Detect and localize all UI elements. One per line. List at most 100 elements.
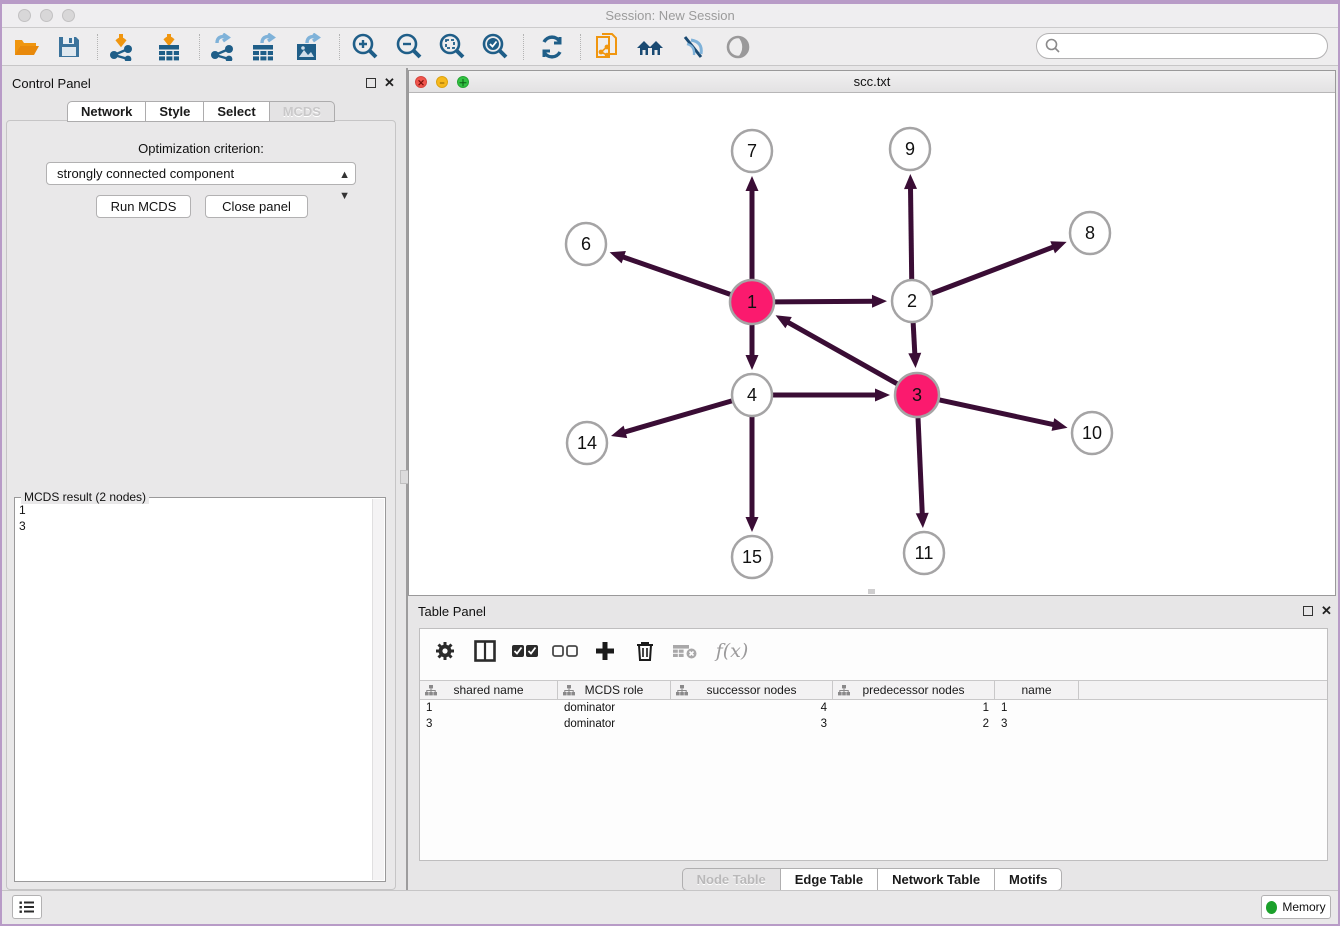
network-canvas[interactable]: 7 9 6 8 1 2 4 3 14 10 15 11 (409, 93, 1335, 595)
add-column-icon[interactable] (592, 638, 618, 664)
toggle-vizmapper-icon[interactable] (678, 32, 708, 62)
close-panel-button[interactable]: Close panel (205, 195, 308, 218)
graph-edge-1-7[interactable] (746, 176, 759, 279)
column-header-shared-name[interactable]: shared name (420, 681, 558, 699)
tab-mcds[interactable]: MCDS (269, 101, 335, 122)
table-panel: f(x) shared nameMCDS rolesuccessor nodes… (419, 628, 1328, 861)
table-close-icon[interactable]: ✕ (1321, 603, 1332, 619)
zoom-in-icon[interactable] (350, 32, 380, 62)
float-panel-icon[interactable] (366, 78, 376, 88)
clone-network-icon[interactable] (593, 32, 623, 62)
graph-node-9[interactable]: 9 (890, 128, 930, 170)
graph-node-4[interactable]: 4 (732, 374, 772, 416)
save-session-icon[interactable] (54, 32, 84, 62)
tab-network-table[interactable]: Network Table (877, 868, 994, 891)
tab-network[interactable]: Network (67, 101, 145, 122)
zoom-out-icon[interactable] (394, 32, 424, 62)
svg-text:4: 4 (747, 385, 757, 405)
titlebar: Session: New Session (2, 4, 1338, 28)
graph-node-6[interactable]: 6 (566, 223, 606, 265)
canvas-scroll-grip[interactable] (868, 589, 875, 594)
graph-node-7[interactable]: 7 (732, 130, 772, 172)
export-network-icon[interactable] (207, 32, 237, 62)
table-row[interactable]: 3dominator323 (420, 717, 1327, 733)
svg-text:2: 2 (907, 291, 917, 311)
application-window: Session: New Session (0, 0, 1340, 926)
graph-node-10[interactable]: 10 (1072, 412, 1112, 454)
svg-text:8: 8 (1085, 223, 1095, 243)
cell-name[interactable]: 1 (995, 701, 1079, 717)
graph-edge-3-1[interactable] (776, 315, 897, 383)
graph-edge-1-4[interactable] (746, 325, 759, 370)
graph-node-11[interactable]: 11 (904, 532, 944, 574)
graph-edge-3-10[interactable] (939, 400, 1067, 431)
zoom-fit-icon[interactable] (437, 32, 467, 62)
cell-MCDS-role[interactable]: dominator (558, 701, 671, 717)
delete-column-trash-icon[interactable] (632, 638, 658, 664)
apply-layout-icon[interactable] (537, 32, 567, 62)
graph-edge-2-3[interactable] (908, 322, 921, 368)
graph-node-8[interactable]: 8 (1070, 212, 1110, 254)
toggle-view-eye-icon[interactable] (723, 32, 753, 62)
column-header-MCDS-role[interactable]: MCDS role (558, 681, 671, 699)
cell-predecessor-nodes[interactable]: 1 (833, 701, 995, 717)
svg-text:15: 15 (742, 547, 762, 567)
mcds-result-text[interactable]: 1 3 (19, 502, 369, 534)
import-network-icon[interactable] (106, 32, 136, 62)
criterion-dropdown[interactable]: strongly connected component ▲▼ (46, 162, 356, 185)
task-history-button[interactable] (12, 895, 42, 919)
cell-name[interactable]: 3 (995, 717, 1079, 733)
select-all-checkboxes-icon[interactable] (512, 638, 538, 664)
graph-edge-1-6[interactable] (610, 251, 731, 294)
graph-edge-1-2[interactable] (775, 295, 887, 308)
tab-edge-table[interactable]: Edge Table (780, 868, 877, 891)
open-folder-icon[interactable] (12, 32, 42, 62)
memory-button[interactable]: Memory (1261, 895, 1331, 919)
optimization-criterion-label: Optimization criterion: (2, 141, 400, 156)
svg-text:10: 10 (1082, 423, 1102, 443)
table-row[interactable]: 1dominator411 (420, 701, 1327, 717)
tab-select[interactable]: Select (203, 101, 268, 122)
svg-text:1: 1 (747, 292, 757, 312)
svg-text:14: 14 (577, 433, 597, 453)
settings-gear-icon[interactable] (432, 638, 458, 664)
column-header-predecessor-nodes[interactable]: predecessor nodes (833, 681, 995, 699)
graph-node-3[interactable]: 3 (895, 373, 939, 417)
graph-edge-4-3[interactable] (773, 389, 890, 402)
column-header-name[interactable]: name (995, 681, 1079, 699)
cell-successor-nodes[interactable]: 3 (671, 717, 833, 733)
table-float-icon[interactable] (1303, 606, 1313, 616)
cell-MCDS-role[interactable]: dominator (558, 717, 671, 733)
deselect-all-checkboxes-icon[interactable] (552, 638, 578, 664)
graph-edge-3-11[interactable] (916, 418, 929, 528)
zoom-selected-icon[interactable] (480, 32, 510, 62)
graph-node-14[interactable]: 14 (567, 422, 607, 464)
export-image-icon[interactable] (294, 32, 324, 62)
svg-text:9: 9 (905, 139, 915, 159)
graph-edge-2-9[interactable] (904, 174, 917, 280)
tab-style[interactable]: Style (145, 101, 203, 122)
cell-shared-name[interactable]: 3 (420, 717, 558, 733)
result-scrollbar[interactable] (372, 499, 384, 880)
export-table-icon[interactable] (250, 32, 280, 62)
column-header-successor-nodes[interactable]: successor nodes (671, 681, 833, 699)
cell-successor-nodes[interactable]: 4 (671, 701, 833, 717)
import-table-icon[interactable] (154, 32, 184, 62)
split-panel-icon[interactable] (472, 638, 498, 664)
close-panel-icon[interactable]: ✕ (384, 75, 395, 91)
cell-shared-name[interactable]: 1 (420, 701, 558, 717)
search-input[interactable] (1036, 33, 1328, 59)
tab-motifs[interactable]: Motifs (994, 868, 1062, 891)
function-builder-icon-disabled: f(x) (712, 638, 752, 664)
graph-edge-4-14[interactable] (611, 401, 732, 438)
graph-edge-4-15[interactable] (746, 416, 759, 532)
dropdown-stepper-icon: ▲▼ (339, 165, 349, 207)
graph-node-1[interactable]: 1 (730, 280, 774, 324)
graph-edge-2-8[interactable] (932, 241, 1067, 293)
run-mcds-button[interactable]: Run MCDS (96, 195, 191, 218)
tab-node-table[interactable]: Node Table (682, 868, 780, 891)
graph-node-2[interactable]: 2 (892, 280, 932, 322)
cell-predecessor-nodes[interactable]: 2 (833, 717, 995, 733)
show-all-networks-icon[interactable] (635, 32, 665, 62)
graph-node-15[interactable]: 15 (732, 536, 772, 578)
